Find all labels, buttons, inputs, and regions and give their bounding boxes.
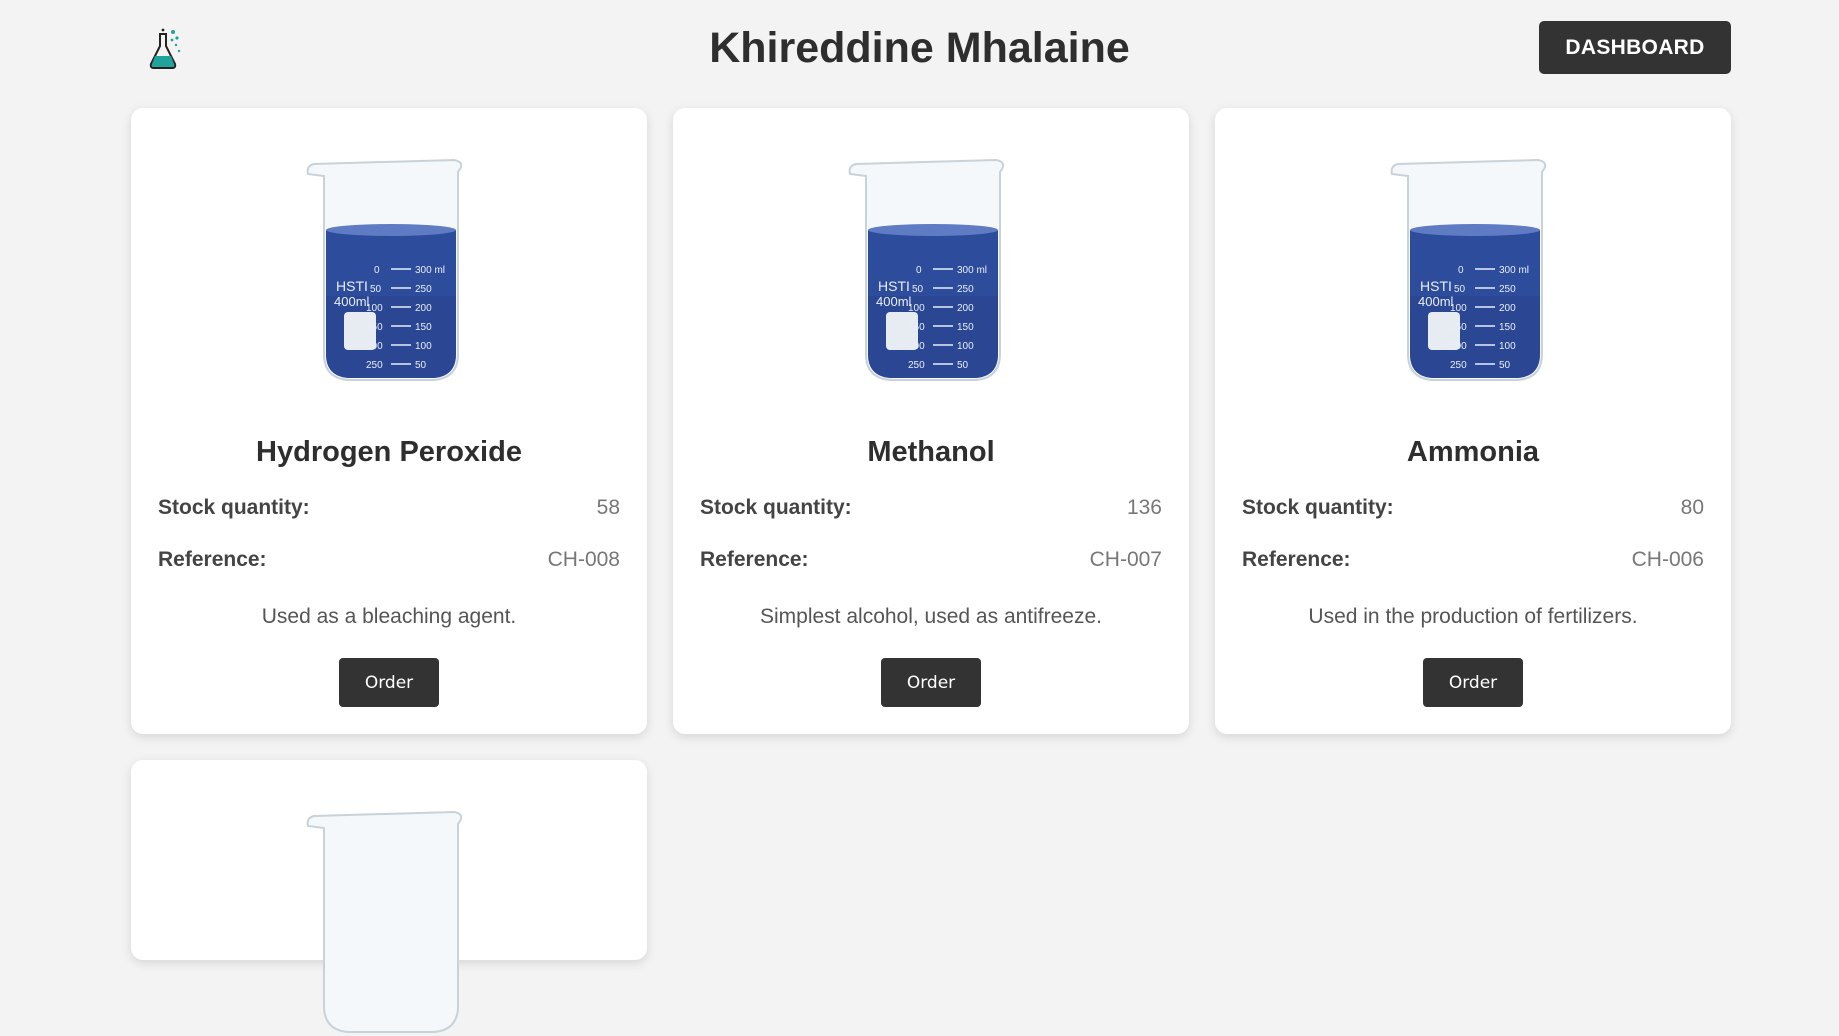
beaker-image: 050100 150200250 300 ml250200 15010050 H… [848,158,1005,381]
product-card: 0 50 100 150 200 250 300 ml 250 200 150 100 50 H… [1215,108,1731,734]
stock-value: 80 [1680,496,1704,519]
svg-text:400ml: 400ml [334,294,370,309]
svg-text:HSTI: HSTI [336,278,368,294]
svg-text:50: 50 [370,284,382,295]
reference-row: Reference: CH-008 [158,545,620,575]
product-card: 0 50 100 150 200 250 300 ml 250 200 150 100 50 H… [673,108,1189,734]
svg-text:250: 250 [366,360,383,371]
reference-label: Reference: [1242,548,1351,571]
svg-text:150: 150 [1450,322,1467,333]
beaker-image: 050100 150200250 300 ml250200 15010050 H… [306,158,463,381]
beaker-image: 050100 150200250 300 ml250200 15010050 H… [1390,158,1547,381]
svg-text:50: 50 [957,360,969,371]
svg-text:150: 150 [415,322,432,333]
stock-row: Stock quantity: 80 [1242,493,1704,523]
svg-text:400ml: 400ml [1418,294,1454,309]
stock-label: Stock quantity: [700,496,852,519]
reference-value: CH-006 [1631,548,1704,571]
svg-text:100: 100 [1499,341,1516,352]
product-name: Hydrogen Peroxide [256,436,522,468]
stock-label: Stock quantity: [158,496,310,519]
dashboard-button[interactable]: DASHBOARD [1539,21,1731,74]
svg-text:100: 100 [415,341,432,352]
product-description: Simplest alcohol, used as antifreeze. [759,605,1103,628]
svg-text:50: 50 [415,360,427,371]
svg-text:HSTI: HSTI [1420,278,1452,294]
stock-row: Stock quantity: 58 [158,493,620,523]
svg-text:150: 150 [366,322,383,333]
reference-row: Reference: CH-007 [700,545,1162,575]
svg-text:200: 200 [1450,341,1467,352]
svg-text:250: 250 [957,284,974,295]
reference-row: Reference: CH-006 [1242,545,1704,575]
product-grid: 0 50 100 150 200 250 300 ml 250 200 150 100 50 H… [131,108,1731,1033]
svg-text:250: 250 [1450,360,1467,371]
svg-text:300 ml: 300 ml [1499,265,1529,276]
stock-row: Stock quantity: 136 [700,493,1162,523]
svg-text:50: 50 [1499,360,1511,371]
svg-text:150: 150 [957,322,974,333]
svg-text:200: 200 [366,341,383,352]
order-button[interactable]: Order [881,658,981,707]
svg-text:0: 0 [916,265,922,276]
reference-label: Reference: [700,548,809,571]
stock-value: 58 [596,496,620,519]
svg-text:250: 250 [1499,284,1516,295]
beaker-image [306,810,463,1033]
svg-text:400ml: 400ml [876,294,912,309]
svg-text:150: 150 [1499,322,1516,333]
svg-text:250: 250 [415,284,432,295]
svg-text:200: 200 [908,341,925,352]
order-button[interactable]: Order [1423,658,1523,707]
svg-text:50: 50 [1454,284,1466,295]
svg-text:0: 0 [1458,265,1464,276]
svg-text:200: 200 [415,303,432,314]
product-description: Used in the production of fertilizers. [1308,605,1638,628]
product-name: Methanol [867,436,995,468]
product-description: Used as a bleaching agent. [261,605,517,628]
svg-text:300 ml: 300 ml [415,265,445,276]
svg-text:100: 100 [957,341,974,352]
svg-text:50: 50 [912,284,924,295]
product-card: 0 50 100 150 200 250 300 ml 250 200 150 100 50 H… [131,108,647,734]
reference-value: CH-008 [547,548,620,571]
product-name: Ammonia [1406,436,1540,468]
stock-value: 136 [1126,496,1162,519]
svg-text:200: 200 [957,303,974,314]
header: Khireddine Mhalaine DASHBOARD [0,0,1839,96]
order-button[interactable]: Order [339,658,439,707]
svg-text:0: 0 [374,265,380,276]
svg-text:150: 150 [908,322,925,333]
svg-text:300 ml: 300 ml [957,265,987,276]
stock-label: Stock quantity: [1242,496,1394,519]
reference-value: CH-007 [1089,548,1162,571]
reference-label: Reference: [158,548,267,571]
svg-text:200: 200 [1499,303,1516,314]
product-card [131,760,647,1033]
svg-text:HSTI: HSTI [878,278,910,294]
svg-text:250: 250 [908,360,925,371]
